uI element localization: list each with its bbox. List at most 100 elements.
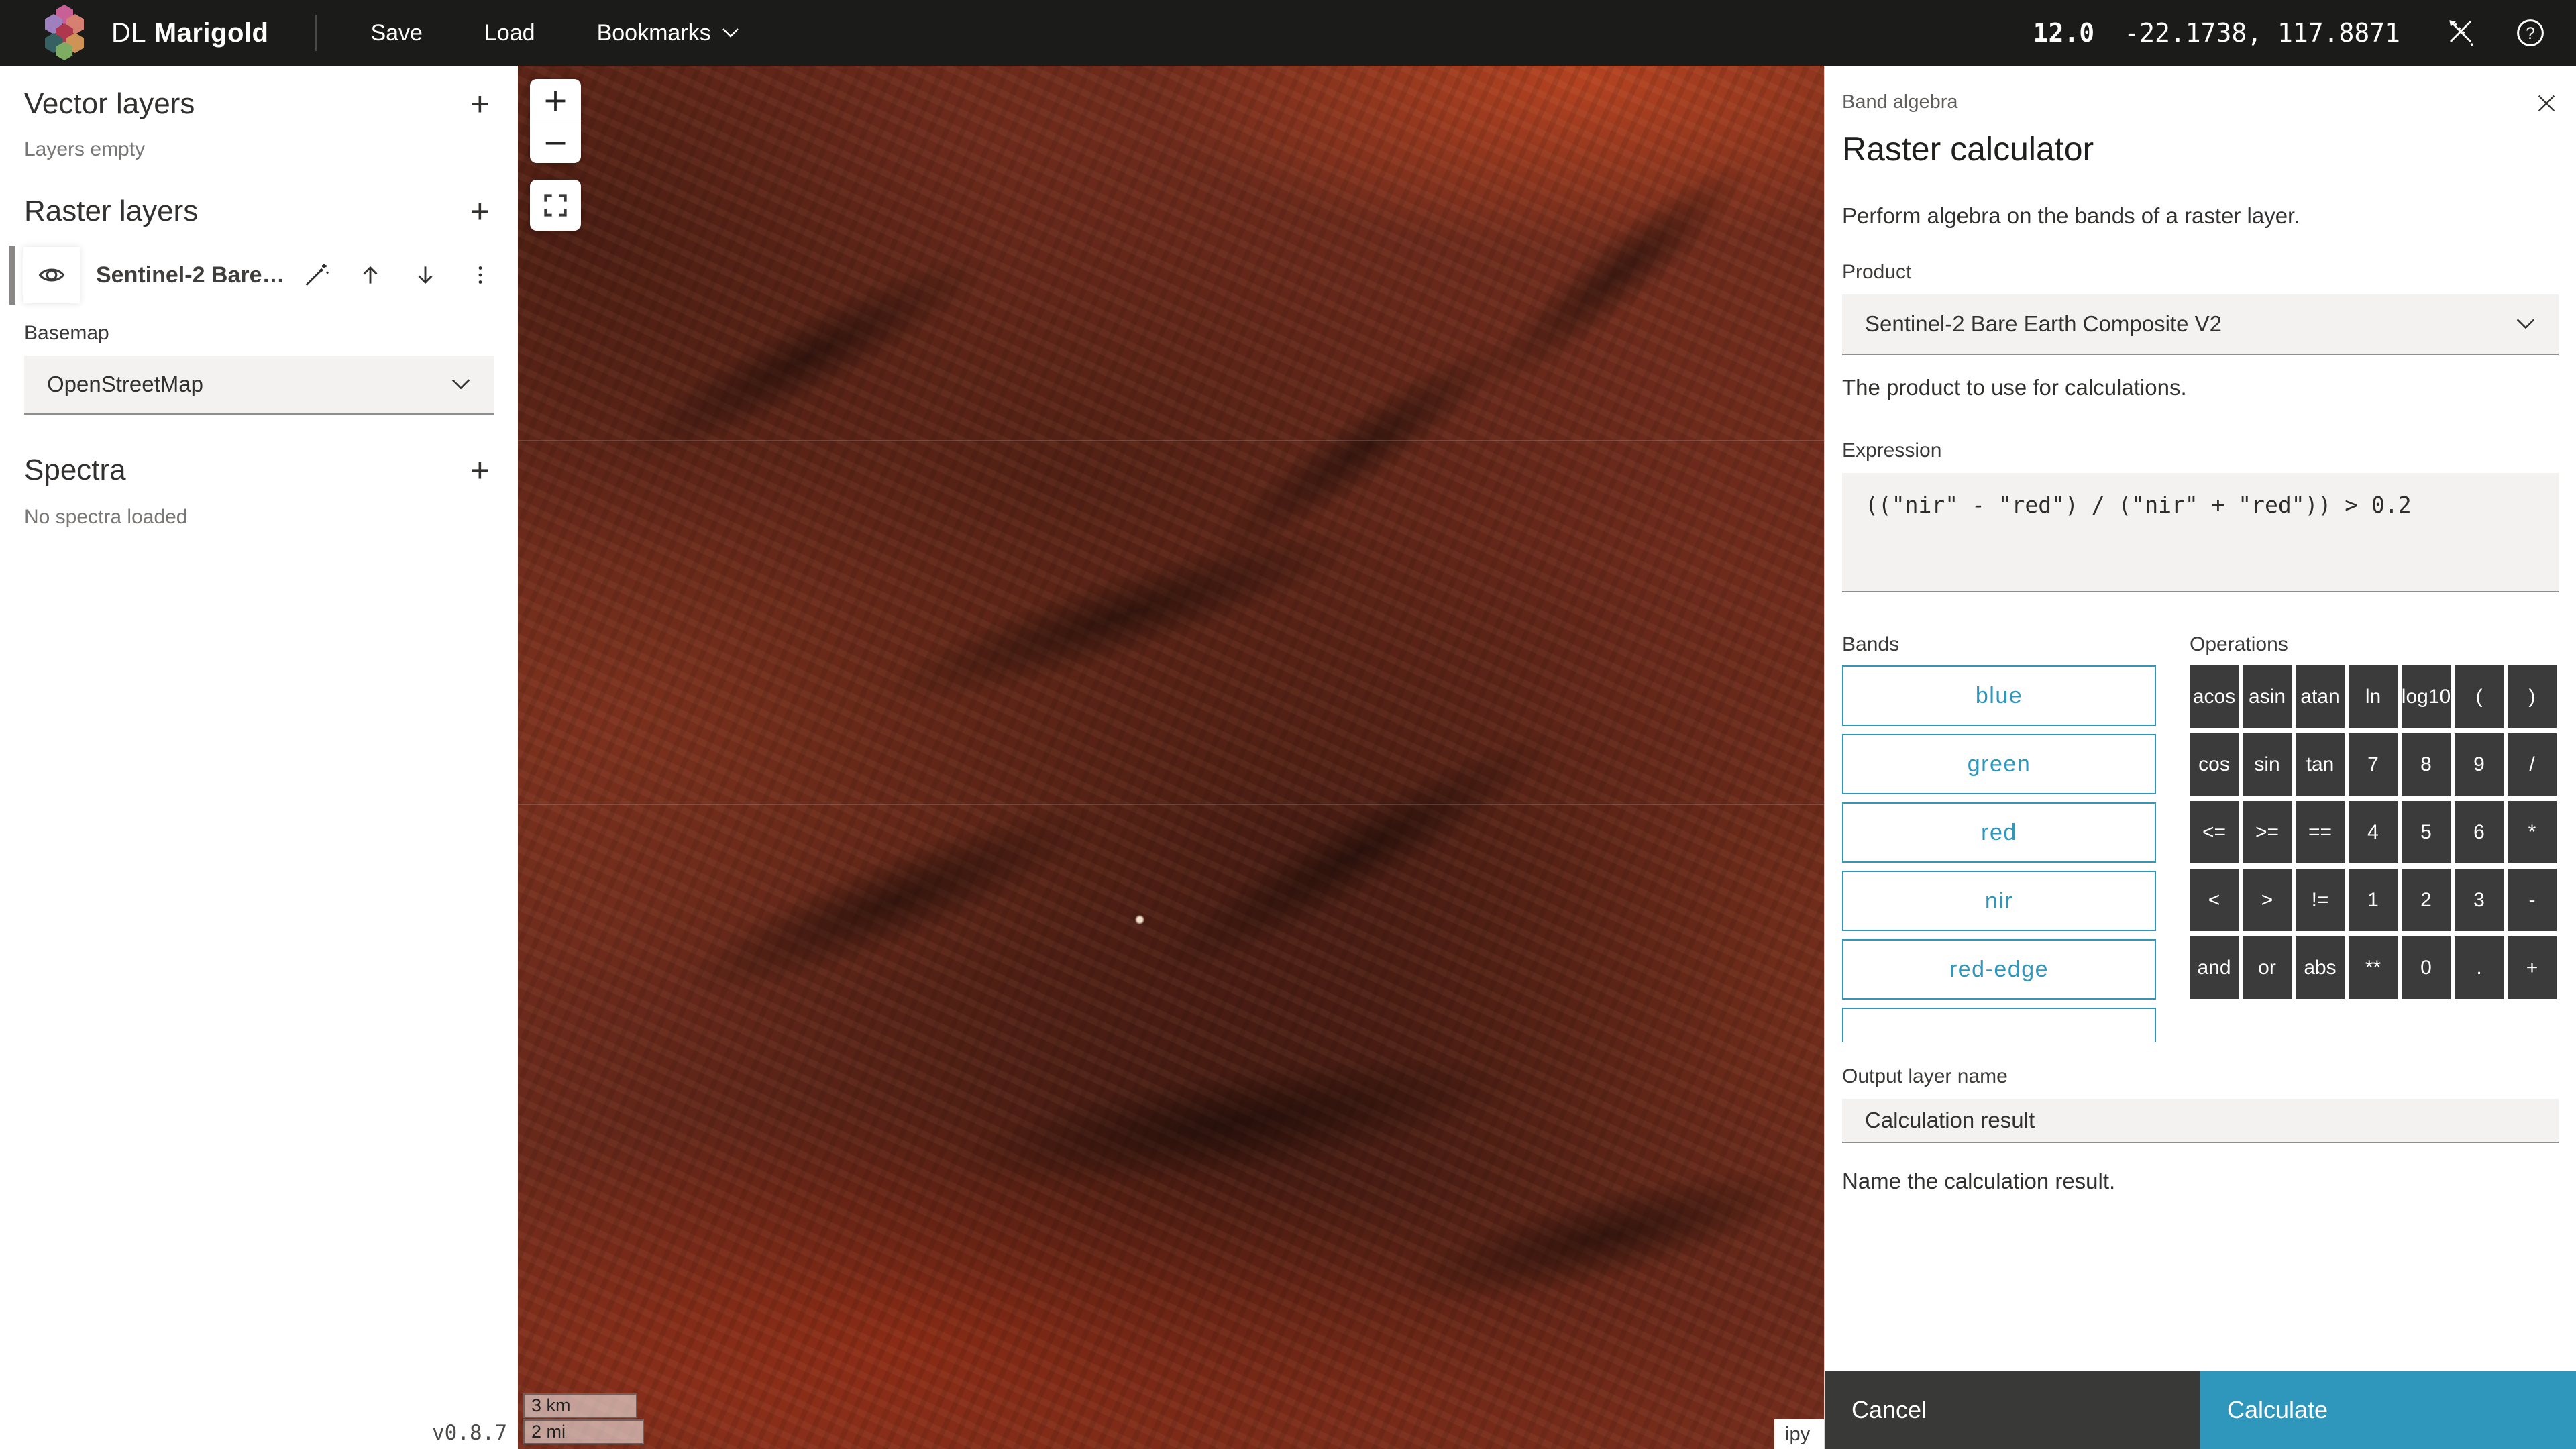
measure-tools-icon[interactable] [2443,15,2478,50]
help-circle-icon[interactable]: ? [2513,15,2548,50]
load-button[interactable]: Load [453,0,566,66]
arrow-down-icon [413,262,438,288]
svg-text:?: ? [2526,24,2535,43]
band-button-green[interactable]: green [1842,734,2156,794]
layer-style-button[interactable] [302,262,329,288]
operation-button-log10[interactable]: log10 [2402,665,2451,728]
map-viewport[interactable]: + − 3 km 2 mi ipy [518,66,1824,1449]
operation-button-and[interactable]: and [2190,936,2239,999]
layer-drag-handle[interactable] [9,246,15,305]
expression-label: Expression [1842,439,2559,462]
cancel-button[interactable]: Cancel [1825,1371,2200,1449]
calculate-button[interactable]: Calculate [2200,1371,2576,1449]
operation-button->[interactable]: > [2243,869,2292,931]
kebab-menu-icon [468,263,492,287]
layer-move-down-button[interactable] [412,262,439,288]
operation-button-<[interactable]: < [2190,869,2239,931]
product-select[interactable]: Sentinel-2 Bare Earth Composite V2 [1842,294,2559,355]
operation-button-6[interactable]: 6 [2455,801,2504,863]
operation-button-8[interactable]: 8 [2402,733,2451,796]
operations-grid: acosasinatanlnlog10() cossintan789/ <=>===… [2190,665,2559,999]
band-button-nir[interactable]: nir [1842,871,2156,931]
operation-button-cos[interactable]: cos [2190,733,2239,796]
close-panel-button[interactable] [2532,89,2561,118]
operation-button-5[interactable]: 5 [2402,801,2451,863]
product-selected-value: Sentinel-2 Bare Earth Composite V2 [1865,311,2222,337]
operation-button-([interactable]: ( [2455,665,2504,728]
fullscreen-button[interactable] [530,180,581,231]
operation-button-)[interactable]: ) [2508,665,2557,728]
operation-button-7[interactable]: 7 [2349,733,2398,796]
operation-button-ln[interactable]: ln [2349,665,2398,728]
operation-button-1[interactable]: 1 [2349,869,2398,931]
zoom-out-button[interactable]: − [530,121,581,163]
raster-layers-title: Raster layers [24,195,198,228]
add-vector-layer-button[interactable]: + [466,87,494,121]
map-attribution[interactable]: ipy [1774,1419,1824,1449]
terrain-shading [943,1032,1529,1212]
zoom-in-button[interactable]: + [530,79,581,121]
raster-calculator-panel: Band algebra Raster calculator Perform a… [1824,66,2576,1449]
terrain-shading [665,775,1121,1026]
bright-terrain-spot [1135,915,1144,924]
operation-button-2[interactable]: 2 [2402,869,2451,931]
operation-button-sin[interactable]: sin [2243,733,2292,796]
topbar-divider [315,15,317,51]
operation-button->=[interactable]: >= [2243,801,2292,863]
operation-button-atan[interactable]: atan [2296,665,2345,728]
product-label: Product [1842,261,2559,284]
map-zoom-level: 12.0 [2033,18,2095,48]
operation-button-0[interactable]: 0 [2402,936,2451,999]
layer-visibility-toggle[interactable] [23,247,80,303]
operation-button-+[interactable]: + [2508,936,2557,999]
add-raster-layer-button[interactable]: + [466,195,494,228]
layer-name[interactable]: Sentinel-2 Bare Earth Com... [96,262,290,288]
expression-input[interactable]: (("nir" - "red") / ("nir" + "red")) > 0.… [1842,473,2559,592]
panel-action-bar: Cancel Calculate [1825,1371,2576,1449]
operation-button-9[interactable]: 9 [2455,733,2504,796]
save-button[interactable]: Save [339,0,453,66]
spectra-title: Spectra [24,453,126,487]
arrow-up-icon [358,262,383,288]
layer-move-up-button[interactable] [357,262,384,288]
operations-label: Operations [2190,633,2559,656]
operation-button-==[interactable]: == [2296,801,2345,863]
operation-button-asin[interactable]: asin [2243,665,2292,728]
basemap-select[interactable]: OpenStreetMap [24,356,494,415]
operation-button-or[interactable]: or [2243,936,2292,999]
cursor-coordinates: -22.1738, 117.8871 [2124,18,2400,48]
layer-menu-button[interactable] [467,262,494,288]
operation-button-!=[interactable]: != [2296,869,2345,931]
operation-button-tan[interactable]: tan [2296,733,2345,796]
panel-title: Raster calculator [1842,129,2559,168]
band-button-red[interactable]: red [1842,802,2156,863]
operation-button-3[interactable]: 3 [2455,869,2504,931]
operation-button--[interactable]: - [2508,869,2557,931]
output-layer-name-input[interactable] [1842,1099,2559,1143]
operation-button-4[interactable]: 4 [2349,801,2398,863]
tile-seam-line [518,804,1824,805]
operation-button-**[interactable]: ** [2349,936,2398,999]
operation-button-acos[interactable]: acos [2190,665,2239,728]
operation-button-<=[interactable]: <= [2190,801,2239,863]
magic-wand-icon [302,262,329,288]
terrain-shading [1134,704,1578,1003]
basemap-selected-value: OpenStreetMap [47,372,203,397]
fullscreen-icon [542,192,569,219]
bands-list: blue green red nir red-edge [1842,665,2156,1042]
satellite-imagery [518,66,1824,1449]
terrain-shading [867,499,1377,733]
terrain-shading [1386,1142,1823,1331]
terrain-shading [605,227,1007,488]
operation-button-abs[interactable]: abs [2296,936,2345,999]
band-button-partial[interactable] [1842,1008,2156,1042]
operation-button-.[interactable]: . [2455,936,2504,999]
chevron-down-icon [2516,318,2536,330]
output-help-text: Name the calculation result. [1842,1169,2559,1194]
bookmarks-menu-button[interactable]: Bookmarks [566,0,770,66]
band-button-blue[interactable]: blue [1842,665,2156,726]
add-spectra-button[interactable]: + [466,453,494,487]
band-button-red-edge[interactable]: red-edge [1842,939,2156,1000]
operation-button-*[interactable]: * [2508,801,2557,863]
operation-button-/[interactable]: / [2508,733,2557,796]
